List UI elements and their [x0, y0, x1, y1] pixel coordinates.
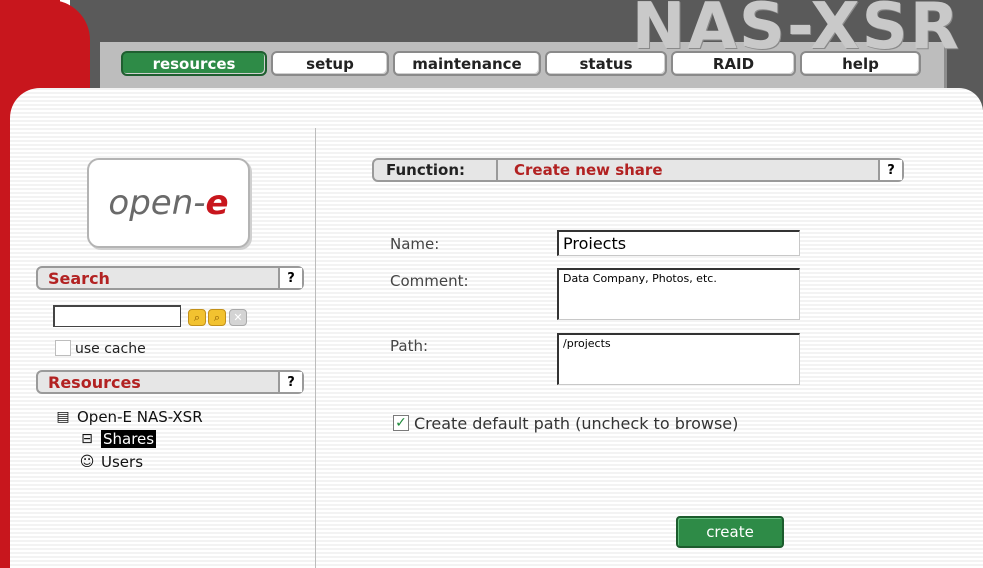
logo-accent: e	[205, 183, 229, 223]
column-divider	[315, 128, 316, 568]
use-cache-label: use cache	[75, 341, 146, 357]
users-icon: ☺	[79, 454, 95, 470]
shares-icon: ⊟	[81, 431, 93, 447]
default-path-label: Create default path (uncheck to browse)	[414, 414, 739, 433]
search-icon[interactable]: ⌕	[188, 309, 206, 326]
search-input[interactable]	[53, 305, 181, 327]
path-label: Path:	[390, 337, 429, 355]
tab-setup[interactable]: setup	[271, 51, 389, 76]
tree-root-label: Open-E NAS-XSR	[77, 408, 203, 426]
resources-title: Resources	[48, 372, 141, 392]
search-help-button[interactable]: ?	[278, 268, 302, 288]
function-label: Function:	[374, 160, 498, 180]
tab-raid[interactable]: RAID	[671, 51, 796, 76]
search-title: Search	[48, 268, 110, 288]
resources-help-button[interactable]: ?	[278, 372, 302, 392]
clear-search-icon[interactable]: ✕	[229, 309, 247, 326]
resources-panel-header: Resources ?	[36, 370, 304, 394]
tree-root[interactable]: ▤ Open-E NAS-XSR	[55, 408, 203, 426]
function-help-button[interactable]: ?	[878, 160, 902, 180]
tab-resources[interactable]: resources	[121, 51, 267, 76]
name-label: Name:	[390, 235, 440, 253]
tree-item-shares[interactable]: ⊟ Shares	[79, 430, 157, 448]
tab-maintenance[interactable]: maintenance	[393, 51, 541, 76]
comment-label: Comment:	[390, 272, 469, 290]
create-button[interactable]: create	[676, 516, 784, 548]
main-tabs: resources setup maintenance status RAID …	[121, 51, 921, 76]
tree-item-users[interactable]: ☺ Users	[79, 453, 143, 471]
comment-field[interactable]: Data Company, Photos, etc.	[557, 268, 800, 320]
function-header: Function: Create new share ?	[372, 158, 904, 182]
name-field[interactable]: Proiects	[557, 230, 800, 256]
function-value: Create new share	[514, 161, 663, 179]
search-panel-header: Search ?	[36, 266, 304, 290]
path-field[interactable]: /projects	[557, 333, 800, 385]
open-e-logo: open-e	[87, 158, 250, 248]
use-cache-checkbox[interactable]	[55, 340, 71, 356]
tab-status[interactable]: status	[545, 51, 667, 76]
server-icon: ▤	[56, 409, 70, 425]
tree-item-users-label: Users	[101, 453, 144, 471]
default-path-checkbox[interactable]: ✓	[393, 415, 409, 431]
tree-item-shares-label: Shares	[101, 430, 157, 448]
logo-text: open-	[108, 183, 206, 223]
tab-help[interactable]: help	[800, 51, 921, 76]
app-frame: NAS-XSR resources setup maintenance stat…	[0, 0, 983, 568]
search-all-icon[interactable]: ⌕	[208, 309, 226, 326]
